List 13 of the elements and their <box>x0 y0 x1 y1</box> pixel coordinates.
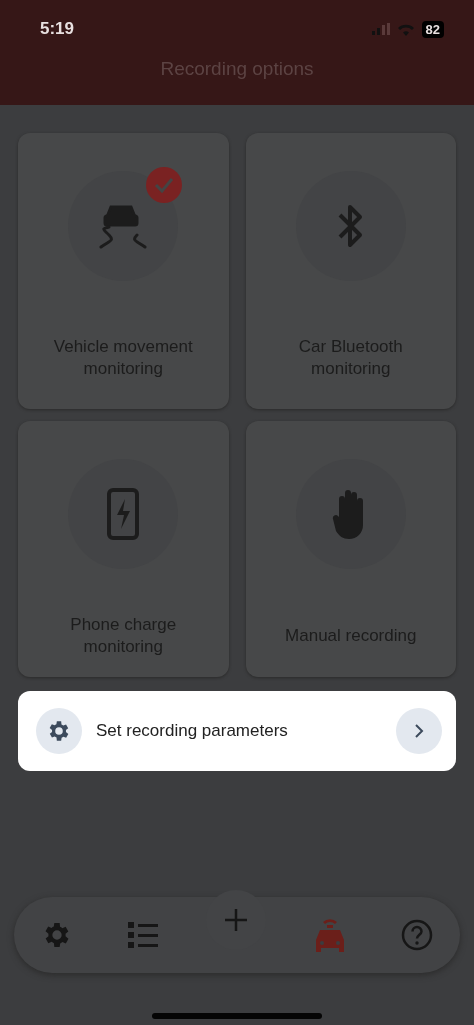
card-label: Set recording parameters <box>96 721 289 741</box>
chevron-right-icon <box>414 723 424 739</box>
plus-icon <box>223 908 248 932</box>
recording-parameters-card[interactable]: Set recording parameters <box>18 691 456 771</box>
help-icon <box>400 919 433 951</box>
status-time: 5:19 <box>40 19 75 39</box>
chevron-button[interactable] <box>396 708 442 754</box>
wifi-icon <box>396 22 415 36</box>
list-icon <box>127 921 158 949</box>
cellular-signal-icon <box>371 23 390 35</box>
battery-level: 82 <box>421 20 444 38</box>
phone-charging-icon <box>106 487 141 541</box>
car-with-signal-icon <box>314 916 347 954</box>
